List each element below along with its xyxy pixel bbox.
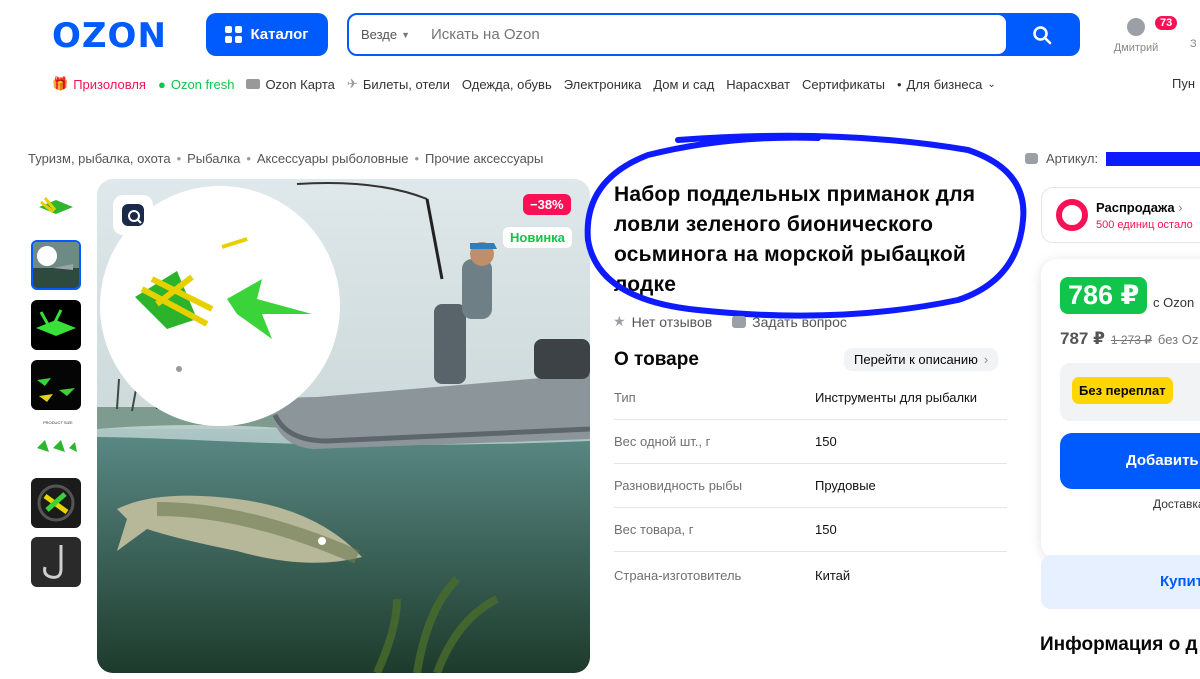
sale-card[interactable]: Распродажа › 500 единиц остало <box>1041 187 1200 243</box>
about-heading: О товаре <box>614 349 699 370</box>
goto-description-button[interactable]: Перейти к описанию › <box>844 348 999 371</box>
nav-item-tickets[interactable]: ✈ Билеты, отели <box>347 76 450 92</box>
thumbnail[interactable] <box>31 182 81 232</box>
price-row: 787 ₽ 1 273 ₽ без Oz <box>1060 329 1198 349</box>
chat-icon <box>732 315 747 328</box>
installment-block[interactable]: Без переплат в С на <box>1060 363 1200 421</box>
nav-item-home[interactable]: Дом и сад <box>653 77 714 92</box>
nav-item-ozon-card[interactable]: Ozon Карта <box>246 77 335 92</box>
chevron-right-icon: › <box>1178 200 1183 215</box>
chevron-down-icon: ⌄ <box>987 78 996 90</box>
spec-row: Разновидность рыбы Прудовые <box>614 464 1007 508</box>
product-main-image[interactable] <box>97 179 590 673</box>
breadcrumb-item[interactable]: Аксессуары рыболовные <box>257 151 409 166</box>
thumbnail-selected[interactable] <box>31 240 81 290</box>
search-icon <box>1033 25 1052 44</box>
search-button[interactable] <box>1006 15 1078 54</box>
search-scope-select[interactable]: Везде ▼ <box>349 27 421 42</box>
bullet-icon: • <box>896 76 902 92</box>
card-icon <box>246 79 261 89</box>
header-item-cut[interactable]: З <box>1190 38 1197 50</box>
plane-icon: ✈ <box>346 76 358 91</box>
nav-item-business[interactable]: • Для бизнеса ⌄ <box>897 77 996 92</box>
nav-item-certificates[interactable]: Сертификаты <box>802 77 885 92</box>
thumbnail[interactable]: PRODUCT SIZE <box>31 418 81 468</box>
sale-icon <box>1056 199 1088 231</box>
search-scope-label: Везде <box>361 27 398 42</box>
nav-item-cut[interactable]: Пун <box>1172 76 1195 91</box>
search-input[interactable] <box>421 26 981 43</box>
nav-item-prizolovlya[interactable]: 🎁 Призоловля <box>52 76 146 92</box>
breadcrumb: Туризм, рыбалка, охота • Рыбалка • Аксессу… <box>28 151 544 166</box>
spec-row: Тип Инструменты для рыбалки <box>614 376 1007 420</box>
sale-title: Распродажа › <box>1096 200 1183 215</box>
catalog-label: Каталог <box>250 26 309 43</box>
user-name: Дмитрий <box>1113 42 1159 54</box>
ozon-logo[interactable]: OZON <box>52 16 167 56</box>
leaf-icon: ● <box>157 76 166 92</box>
user-icon: 73 <box>1127 16 1178 36</box>
thumbnail-caption: PRODUCT SIZE <box>43 420 73 425</box>
discount-badge: −38% <box>523 194 571 215</box>
sale-subtitle: 500 единиц остало <box>1096 219 1193 231</box>
thumbnail[interactable] <box>31 360 81 410</box>
new-badge: Новинка <box>503 227 572 248</box>
product-title: Набор поддельных приманок для ловли зеле… <box>614 183 976 296</box>
reviews-bar: ★ Нет отзывов Задать вопрос <box>613 313 847 330</box>
artikul: Артикул: <box>1025 151 1200 166</box>
gift-icon: 🎁 <box>52 76 69 91</box>
thumbnail[interactable] <box>31 478 81 528</box>
price-note: без Oz <box>1157 332 1199 347</box>
add-to-cart-button[interactable]: Добавить <box>1060 433 1200 489</box>
no-overpay-badge: Без переплат <box>1072 377 1173 404</box>
thumbnail[interactable] <box>31 300 81 350</box>
nav-item-ozon-fresh[interactable]: ● Ozon fresh <box>158 77 234 92</box>
delivery-info: Доставка <box>1153 497 1200 511</box>
star-icon: ★ <box>613 313 626 329</box>
grid-icon <box>225 26 243 43</box>
breadcrumb-item[interactable]: Прочие аксессуары <box>425 151 543 166</box>
old-price: 1 273 ₽ <box>1110 333 1152 347</box>
top-nav: 🎁 Призоловля ● Ozon fresh Ozon Карта ✈ Биле… <box>52 76 996 92</box>
nav-item-clothes[interactable]: Одежда, обувь <box>462 77 552 92</box>
thumbnail[interactable] <box>31 537 81 587</box>
reviews-link[interactable]: ★ Нет отзывов <box>613 313 712 330</box>
price: 787 ₽ <box>1060 329 1105 348</box>
spec-row: Вес одной шт., г 150 <box>614 420 1007 464</box>
notification-badge: 73 <box>1155 16 1178 30</box>
redacted-marker <box>1106 151 1200 166</box>
image-search-icon <box>122 204 144 226</box>
breadcrumb-item[interactable]: Туризм, рыбалка, охота <box>28 151 171 166</box>
nav-item-electronics[interactable]: Электроника <box>564 77 642 92</box>
spec-row: Вес товара, г 150 <box>614 508 1007 552</box>
spec-row: Страна-изготовитель Китай <box>614 567 851 583</box>
breadcrumb-item[interactable]: Рыбалка <box>187 151 240 166</box>
catalog-button[interactable]: Каталог <box>206 13 328 56</box>
ask-question-link[interactable]: Задать вопрос <box>732 314 847 330</box>
price-card-note: с Ozon <box>1153 295 1195 310</box>
nav-item-bestsellers[interactable]: Нарасхват <box>726 77 790 92</box>
chevron-down-icon: ▼ <box>401 29 411 40</box>
price-with-card: 786 ₽ <box>1060 277 1148 314</box>
buy-now-button[interactable]: Купит <box>1041 555 1200 609</box>
chevron-right-icon: › <box>983 352 989 367</box>
price-card: 786 ₽ с Ozon 787 ₽ 1 273 ₽ без Oz Без пе… <box>1041 259 1200 559</box>
user-menu[interactable]: 73 Дмитрий <box>1110 14 1178 54</box>
info-heading: Информация о д <box>1040 634 1198 655</box>
image-search-button[interactable] <box>113 195 153 235</box>
chat-icon <box>1025 153 1038 164</box>
search-bar: Везде ▼ <box>347 13 1080 56</box>
artikul-label: Артикул: <box>1046 151 1099 166</box>
